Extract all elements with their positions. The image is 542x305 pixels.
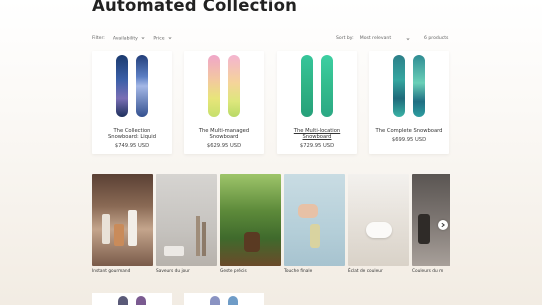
filter-bar: Filter: Availability Price — [92, 36, 172, 42]
collection-tile[interactable]: Instant gourmand — [92, 174, 153, 274]
collection-tile[interactable]: Touche finale — [284, 174, 345, 274]
product-title: The Multi-managed Snowboard — [198, 128, 250, 140]
product-price: $629.95 USD — [206, 143, 242, 149]
chevron-down-icon — [141, 37, 145, 40]
sort-select[interactable]: Most relevant — [360, 36, 410, 41]
price-filter[interactable]: Price — [153, 36, 172, 42]
product-title: The Complete Snowboard — [375, 128, 443, 134]
filter-label: Filter: — [92, 36, 105, 42]
chevron-right-icon — [441, 222, 445, 228]
product-price: $729.95 USD — [299, 143, 335, 149]
sort-value: Most relevant — [359, 36, 392, 41]
sort-bar: Sort by: Most relevant — [336, 36, 410, 41]
product-card[interactable]: The Complete Snowboard $699.95 USD — [369, 51, 449, 154]
availability-filter[interactable]: Availability — [113, 36, 146, 42]
tile-label: Touche finale — [284, 269, 313, 274]
product-card[interactable]: The Multi-location Snowboard $729.95 USD — [277, 51, 357, 154]
tile-label: Couleurs du m — [412, 269, 444, 274]
product-image — [184, 51, 264, 120]
tile-image — [284, 174, 345, 266]
page-title: Automated Collection — [92, 0, 298, 15]
tile-label: Instant gourmand — [92, 269, 131, 274]
sort-label: Sort by: — [336, 36, 354, 41]
tile-label: Éclat de couleur — [348, 269, 383, 274]
product-price: $749.95 USD — [114, 143, 150, 149]
product-image — [277, 51, 357, 120]
product-card[interactable] — [184, 293, 264, 305]
tile-image — [156, 174, 217, 266]
carousel-next-button[interactable] — [438, 220, 448, 230]
product-title[interactable]: The Multi-location Snowboard — [277, 128, 357, 140]
chevron-down-icon — [406, 37, 410, 40]
availability-filter-label: Availability — [112, 36, 138, 42]
product-title: The Collection Snowboard: Liquid — [107, 128, 157, 140]
product-image — [369, 51, 449, 120]
product-card[interactable]: The Multi-managed Snowboard $629.95 USD — [184, 51, 264, 154]
tile-image — [220, 174, 281, 266]
tile-label: Saveurs du jour — [156, 269, 190, 274]
tile-label: Geste précis — [220, 269, 247, 274]
price-filter-label: Price — [153, 36, 165, 42]
collection-tile[interactable]: Geste précis — [220, 174, 281, 274]
collection-tile[interactable]: Saveurs du jour — [156, 174, 217, 274]
tile-image — [92, 174, 153, 266]
product-count: 6 products — [424, 36, 449, 41]
product-price: $699.95 USD — [391, 137, 427, 143]
tile-image — [348, 174, 409, 266]
chevron-down-icon — [168, 37, 172, 40]
product-image — [92, 51, 172, 120]
collection-tile[interactable]: Éclat de couleur — [348, 174, 409, 274]
product-card[interactable] — [92, 293, 172, 305]
product-card[interactable]: The Collection Snowboard: Liquid $749.95… — [92, 51, 172, 154]
